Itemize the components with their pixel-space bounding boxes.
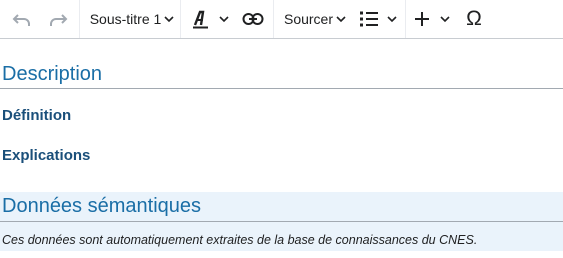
text-style-icon	[193, 10, 208, 29]
link-button[interactable]	[238, 0, 268, 38]
section-heading-description: Description	[2, 63, 103, 85]
subsection-heading-definition: Définition	[2, 107, 72, 124]
section-heading-semantic-data: Données sémantiques	[2, 195, 202, 217]
chevron-down-icon	[164, 16, 174, 23]
heading-format-dropdown[interactable]: Sous-titre 1	[86, 0, 178, 38]
editor-toolbar: Sous-titre 1 Sourcer Ω	[0, 0, 563, 39]
special-character-button[interactable]: Ω	[460, 0, 488, 38]
list-dropdown[interactable]	[356, 0, 400, 38]
text-style-dropdown[interactable]	[188, 0, 232, 38]
redo-icon	[50, 14, 68, 26]
toolbar-separator	[273, 0, 274, 38]
undo-button[interactable]	[8, 0, 36, 38]
heading-format-label: Sous-titre 1	[89, 11, 162, 27]
semantic-data-note: Ces données sont automatiquement extrait…	[2, 233, 478, 247]
toolbar-separator	[79, 0, 80, 38]
heading-divider	[0, 88, 563, 89]
subsection-heading-explications: Explications	[2, 147, 91, 164]
chevron-down-icon	[336, 16, 346, 23]
redo-button[interactable]	[44, 0, 72, 38]
chevron-down-icon	[387, 16, 397, 23]
omega-icon: Ω	[466, 7, 482, 30]
link-icon	[242, 13, 264, 25]
heading-divider	[0, 221, 563, 222]
chevron-down-icon	[219, 16, 229, 23]
undo-icon	[12, 14, 30, 26]
chevron-down-icon	[440, 16, 450, 23]
plus-icon	[415, 12, 429, 26]
cite-dropdown[interactable]: Sourcer	[280, 0, 350, 38]
bullet-list-icon	[360, 11, 378, 27]
cite-label: Sourcer	[283, 11, 334, 27]
toolbar-separator	[405, 0, 406, 38]
toolbar-separator	[180, 0, 181, 38]
insert-dropdown[interactable]	[410, 0, 454, 38]
